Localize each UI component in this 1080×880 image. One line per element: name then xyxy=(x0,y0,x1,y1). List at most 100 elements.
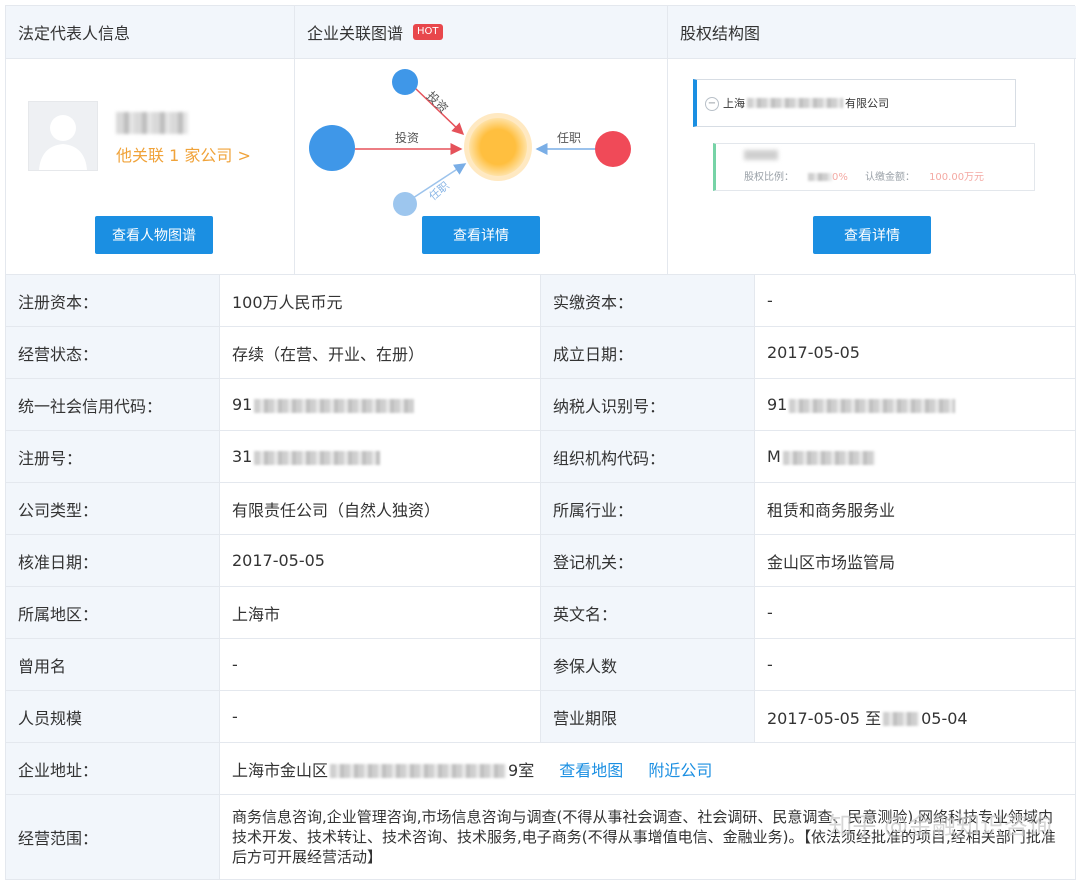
graph-node-officer xyxy=(595,131,631,167)
equity-company-prefix: 上海 xyxy=(723,97,745,110)
equity-shareholder-details: 股权比例： 0% 认缴金额： 100.00万元 xyxy=(744,168,1034,183)
share-label: 股权比例： xyxy=(744,172,794,183)
registered-capital-value: 100万人民币元 xyxy=(219,274,541,327)
established-date-label: 成立日期： xyxy=(540,326,755,379)
business-scope-text: 商务信息咨询,企业管理咨询,市场信息咨询与调查(不得从事社会调查、社会调研、民意… xyxy=(232,808,1056,866)
org-code-label: 组织机构代码： xyxy=(540,430,755,483)
industry-label: 所属行业： xyxy=(540,482,755,535)
relation-graph-title: 企业关联图谱 xyxy=(307,24,404,43)
operating-status-value: 存续（在营、开业、在册） xyxy=(219,326,541,379)
region-label: 所属地区： xyxy=(5,586,220,639)
business-term-label: 营业期限 xyxy=(540,690,755,743)
summary-cards: 法定代表人信息 他关联 1 家公司 > 查看人物图谱 企业关联图谱 HOT 投资… xyxy=(5,5,1076,274)
company-info-panel: 法定代表人信息 他关联 1 家公司 > 查看人物图谱 企业关联图谱 HOT 投资… xyxy=(5,5,1076,880)
table-row: 人员规模 - 营业期限 2017-05-05 至 05-04 xyxy=(5,690,1076,743)
view-person-graph-button[interactable]: 查看人物图谱 xyxy=(95,216,213,254)
graph-node-company xyxy=(469,118,527,176)
graph-node-top xyxy=(392,69,418,95)
business-term-end: 05-04 xyxy=(921,708,968,728)
legal-representative-card: 法定代表人信息 他关联 1 家公司 > 查看人物图谱 xyxy=(6,6,295,274)
registration-number-label: 注册号： xyxy=(5,430,220,483)
taxpayer-id-label: 纳税人识别号： xyxy=(540,378,755,431)
business-scope-cell: 商务信息咨询,企业管理咨询,市场信息咨询与调查(不得从事社会调查、社会调研、民意… xyxy=(219,794,1076,880)
table-row: 经营范围： 商务信息咨询,企业管理咨询,市场信息咨询与调查(不得从事社会调查、社… xyxy=(5,794,1076,880)
masked-registration-number xyxy=(254,450,381,465)
registration-authority-label: 登记机关： xyxy=(540,534,755,587)
view-relation-graph-button[interactable]: 查看详情 xyxy=(422,216,540,254)
address-suffix: 9室 xyxy=(508,760,535,780)
graph-node-bottom xyxy=(393,192,417,216)
equity-structure-card: 股权结构图 − 上海 有限公司 股权比例： 0% 认缴金额： 100.00万元 查看… xyxy=(668,6,1076,274)
business-term-start: 2017-05-05 至 xyxy=(767,708,882,728)
former-name-label: 曾用名 xyxy=(5,638,220,691)
address-prefix: 上海市金山区 xyxy=(232,760,329,780)
person-name-masked xyxy=(116,112,188,134)
table-row: 注册资本： 100万人民币元 实缴资本： - xyxy=(5,274,1076,327)
company-type-label: 公司类型： xyxy=(5,482,220,535)
edge-label-officer-2: 任职 xyxy=(427,179,452,203)
business-info-table: 注册资本： 100万人民币元 实缴资本： - 经营状态： 存续（在营、开业、在册… xyxy=(5,274,1076,880)
approval-date-value: 2017-05-05 xyxy=(219,534,541,587)
table-row: 统一社会信用代码： 91 纳税人识别号： 91 xyxy=(5,378,1076,431)
related-companies-link[interactable]: 他关联 1 家公司 > xyxy=(116,142,251,166)
table-row: 公司类型： 有限责任公司（自然人独资） 所属行业： 租赁和商务服务业 xyxy=(5,482,1076,535)
taxpayer-id-prefix: 91 xyxy=(767,395,788,414)
registration-number-cell: 31 xyxy=(219,430,541,483)
org-code-prefix: M xyxy=(767,447,781,466)
paid-in-capital-value: - xyxy=(754,274,1076,327)
equity-shareholder-node[interactable]: 股权比例： 0% 认缴金额： 100.00万元 xyxy=(713,143,1035,191)
masked-credit-code xyxy=(254,398,415,413)
hot-badge: HOT xyxy=(413,24,443,40)
established-date-value: 2017-05-05 xyxy=(754,326,1076,379)
business-scope-label: 经营范围： xyxy=(5,794,220,880)
equity-company-suffix: 有限公司 xyxy=(845,97,889,110)
address-cell: 上海市金山区 9室 查看地图 附近公司 xyxy=(219,742,1076,795)
masked-term-year xyxy=(883,712,920,726)
collapse-icon[interactable]: − xyxy=(705,97,719,111)
insured-count-label: 参保人数 xyxy=(540,638,755,691)
former-name-value: - xyxy=(219,638,541,691)
equity-structure-title: 股权结构图 xyxy=(668,6,1076,59)
region-value: 上海市 xyxy=(219,586,541,639)
credit-code-prefix: 91 xyxy=(232,395,253,414)
amount-value: 100.00万元 xyxy=(929,172,985,183)
edge-label-invest-2: 投资 xyxy=(424,88,452,116)
approval-date-label: 核准日期： xyxy=(5,534,220,587)
english-name-value: - xyxy=(754,586,1076,639)
address-label: 企业地址： xyxy=(5,742,220,795)
taxpayer-id-cell: 91 xyxy=(754,378,1076,431)
operating-status-label: 经营状态： xyxy=(5,326,220,379)
table-row: 注册号： 31 组织机构代码： M xyxy=(5,430,1076,483)
masked-taxpayer-id xyxy=(789,398,956,413)
equity-root-company[interactable]: − 上海 有限公司 xyxy=(693,79,1016,127)
masked-org-code xyxy=(782,450,875,465)
table-row: 企业地址： 上海市金山区 9室 查看地图 附近公司 xyxy=(5,742,1076,795)
credit-code-label: 统一社会信用代码： xyxy=(5,378,220,431)
industry-value: 租赁和商务服务业 xyxy=(754,482,1076,535)
masked-shareholder-name xyxy=(744,150,778,160)
nearby-companies-link[interactable]: 附近公司 xyxy=(648,761,712,780)
view-map-link[interactable]: 查看地图 xyxy=(559,761,623,780)
staff-size-label: 人员规模 xyxy=(5,690,220,743)
registration-number-prefix: 31 xyxy=(232,447,253,466)
edge-label-officer-1: 任职 xyxy=(557,131,581,145)
table-row: 曾用名 - 参保人数 - xyxy=(5,638,1076,691)
amount-label: 认缴金额： xyxy=(865,172,916,183)
relation-graph-card: 企业关联图谱 HOT 投资 投资 任职 任职 查看详情 xyxy=(295,6,668,274)
org-code-cell: M xyxy=(754,430,1076,483)
view-equity-structure-button[interactable]: 查看详情 xyxy=(813,216,931,254)
masked-share-value xyxy=(808,173,832,181)
masked-company-name xyxy=(747,98,843,108)
relation-graph-preview[interactable]: 投资 投资 任职 任职 xyxy=(295,58,667,218)
table-row: 核准日期： 2017-05-05 登记机关： 金山区市场监管局 xyxy=(5,534,1076,587)
english-name-label: 英文名： xyxy=(540,586,755,639)
staff-size-value: - xyxy=(219,690,541,743)
legal-representative-title: 法定代表人信息 xyxy=(6,6,294,59)
masked-address xyxy=(330,764,507,778)
table-row: 所属地区： 上海市 英文名： - xyxy=(5,586,1076,639)
registered-capital-label: 注册资本： xyxy=(5,274,220,327)
insured-count-value: - xyxy=(754,638,1076,691)
edge-label-invest-1: 投资 xyxy=(395,130,419,145)
relation-graph-title-row: 企业关联图谱 HOT xyxy=(295,6,667,59)
company-type-value: 有限责任公司（自然人独资） xyxy=(219,482,541,535)
